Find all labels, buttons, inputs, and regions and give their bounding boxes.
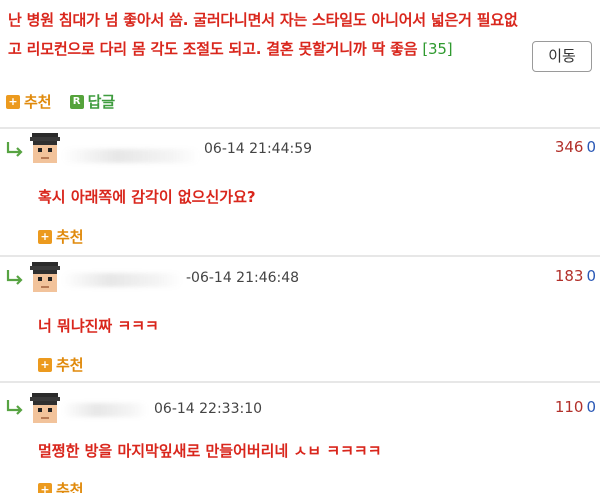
post-actions: + 추천 R 답글 [6, 91, 115, 112]
comment-stats: 346 0 [555, 138, 596, 156]
plus-icon: + [38, 229, 52, 244]
reply-arrow-icon [6, 400, 23, 415]
comment-stats: 183 0 [555, 267, 596, 285]
comment-recommend-button[interactable]: + 추천 [38, 226, 84, 247]
comment-reply-count[interactable]: 0 [586, 398, 596, 416]
comment-item: 06-14 22:33:10 110 0 멀쩡한 방을 마지막잎새로 만들어버리네… [0, 381, 600, 493]
comment-item: -06-14 21:46:48 183 0 너 뭐냐진짜 ㅋㅋㅋ + 추천 [0, 255, 600, 381]
comment-reply-count[interactable]: 0 [586, 267, 596, 285]
comment-text: 너 뭐냐진짜 ㅋㅋㅋ [38, 317, 159, 335]
comment-recommend-button[interactable]: + 추천 [38, 354, 84, 375]
reply-r-icon: R [69, 94, 84, 109]
comment-count[interactable]: [35] [422, 40, 452, 58]
reply-button[interactable]: R 답글 [69, 91, 116, 112]
comment-text: 멀쩡한 방을 마지막잎새로 만들어버리네 ㅅㅂ ㅋㅋㅋㅋ [38, 442, 382, 460]
post-content: 난 병원 침대가 넘 좋아서 씀. 굴러다니면서 자는 스타일도 아니어서 넓은… [8, 6, 528, 64]
reply-label: 답글 [87, 93, 116, 111]
reply-arrow-icon [6, 270, 23, 285]
comment-date: 06-14 21:44:59 [204, 141, 313, 157]
comment-number: 183 [554, 267, 584, 285]
post-line-2: 고 리모컨으로 다리 몸 각도 조절도 되고. 결혼 못할거니까 딱 좋음 [8, 40, 418, 58]
plus-icon: + [38, 357, 52, 372]
author-name-blurred [62, 273, 182, 287]
reply-arrow-icon [6, 142, 23, 157]
comment-item: 06-14 21:44:59 346 0 혹시 아래쪽에 감각이 없으신가요? +… [0, 127, 600, 255]
avatar[interactable] [30, 262, 60, 294]
comment-date: 06-14 22:33:10 [154, 401, 263, 417]
comment-number: 346 [554, 138, 584, 156]
comment-stats: 110 0 [555, 398, 596, 416]
avatar[interactable] [30, 393, 60, 425]
recommend-label: 추천 [56, 481, 84, 493]
move-button[interactable]: 이동 [532, 41, 592, 72]
comment-text: 혹시 아래쪽에 감각이 없으신가요? [38, 188, 256, 206]
recommend-label: 추천 [56, 228, 84, 246]
avatar[interactable] [30, 133, 60, 165]
comment-number: 110 [554, 398, 584, 416]
post-line-2-wrap: 고 리모컨으로 다리 몸 각도 조절도 되고. 결혼 못할거니까 딱 좋음 [3… [8, 35, 528, 64]
plus-icon: + [6, 94, 20, 109]
post-body: 난 병원 침대가 넘 좋아서 씀. 굴러다니면서 자는 스타일도 아니어서 넓은… [0, 0, 600, 127]
plus-icon: + [38, 482, 52, 493]
comment-date: -06-14 21:46:48 [186, 270, 300, 286]
recommend-label: 추천 [56, 356, 84, 374]
recommend-button[interactable]: + 추천 [6, 91, 52, 112]
post-line-1: 난 병원 침대가 넘 좋아서 씀. 굴러다니면서 자는 스타일도 아니어서 넓은… [8, 11, 518, 29]
comment-reply-count[interactable]: 0 [586, 138, 596, 156]
author-name-blurred [62, 149, 200, 163]
author-name-blurred [62, 403, 148, 417]
comment-recommend-button[interactable]: + 추천 [38, 479, 84, 493]
recommend-label: 추천 [24, 93, 52, 111]
